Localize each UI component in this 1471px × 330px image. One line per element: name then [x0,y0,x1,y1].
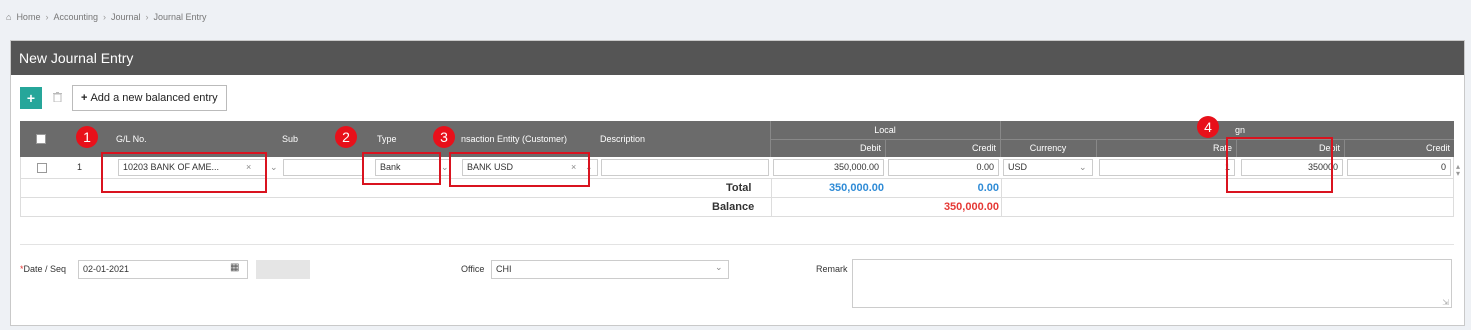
header-divider [1096,139,1097,157]
currency-value: USD [1008,162,1028,172]
gl-no-field[interactable]: 10203 BANK OF AME... [118,159,266,176]
select-all-checkbox[interactable] [36,134,46,144]
foreign-debit-field[interactable]: 350000 [1241,159,1343,176]
header-sub: Sub [282,134,299,144]
add-row-button[interactable]: + [20,87,42,109]
delete-row-button[interactable] [48,87,66,109]
table-row: 1 10203 BANK OF AME... × ⌄ Bank ⌄ BANK U… [20,157,1454,179]
remark-textarea[interactable]: ⇲ [852,259,1452,308]
callout-badge-1: 1 [76,126,98,148]
line-number: 1 [77,162,83,172]
resize-handle-icon[interactable]: ⇲ [1442,298,1449,307]
office-select[interactable]: CHI [491,260,729,279]
callout-badge-2: 2 [335,126,357,148]
total-row: Total 350,000.00 0.00 [20,179,1454,198]
remark-label: Remark [816,264,848,274]
transaction-entity-field[interactable]: BANK USD [462,159,598,176]
breadcrumb-separator: › [102,12,106,22]
callout-badge-3: 3 [433,126,455,148]
callout-badge-4: 4 [1197,116,1219,138]
remark-value [853,260,1451,266]
type-select[interactable]: Bank [375,159,451,176]
column-divider [771,198,772,217]
journal-entry-panel: New Journal Entry + + Add a new balanced … [10,40,1465,326]
header-local: Local [874,125,896,135]
total-label: Total [726,182,752,194]
description-field[interactable] [601,159,769,176]
date-seq-label-text: Date / Seq [23,264,67,274]
total-debit: 350,000.00 [828,182,884,194]
journal-lines-table: G/L No. Sub Type nsaction Entity (Custom… [20,121,1460,217]
home-icon[interactable]: ⌂ [6,12,11,22]
chevron-down-icon[interactable]: ⌄ [585,162,593,173]
breadcrumb-journal[interactable]: Journal [111,12,141,22]
header-transaction-entity: nsaction Entity (Customer) [461,134,568,144]
clear-icon[interactable]: × [246,162,251,172]
section-divider [20,244,1454,245]
date-seq-label: *Date / Seq [20,264,66,274]
gl-no-value: 10203 BANK OF AME... [123,162,220,172]
header-divider [1000,121,1001,157]
header-currency: Currency [1029,143,1067,153]
header-local-debit: Debit [859,143,881,153]
header-foreign-debit: Debit [1318,143,1340,153]
seq-field [256,260,310,279]
row-checkbox[interactable] [37,163,47,173]
row-spinner-icon[interactable]: ▴ ▾ [1456,163,1460,178]
type-value: Bank [380,162,401,172]
transaction-entity-value: BANK USD [467,162,514,172]
rate-field[interactable]: 1 [1099,159,1235,176]
header-divider [885,139,886,157]
trash-icon [52,91,62,102]
date-field[interactable]: 02-01-2021 [78,260,248,279]
breadcrumb-home[interactable]: Home [16,12,40,22]
column-divider [771,179,772,198]
header-divider [770,139,1454,140]
add-balanced-entry-button[interactable]: + Add a new balanced entry [72,85,227,111]
header-rate: Rate [1212,143,1232,153]
sub-field[interactable] [283,159,363,176]
header-foreign-credit: Credit [1425,143,1450,153]
header-foreign: gn [1234,125,1245,135]
breadcrumb: ⌂ Home › Accounting › Journal › Journal … [6,12,207,22]
table-header: G/L No. Sub Type nsaction Entity (Custom… [20,121,1454,157]
toolbar: + + Add a new balanced entry [20,85,227,111]
office-value: CHI [496,264,512,274]
calendar-icon[interactable]: ▦ [230,262,239,273]
total-credit: 0.00 [977,182,999,194]
header-description: Description [600,134,646,144]
breadcrumb-separator: › [145,12,149,22]
header-local-credit: Credit [971,143,996,153]
office-label: Office [461,264,485,274]
balance-label: Balance [712,201,755,213]
header-divider [1344,139,1345,157]
local-credit-field[interactable]: 0.00 [888,159,999,176]
header-divider [1236,139,1237,157]
breadcrumb-accounting[interactable]: Accounting [53,12,98,22]
add-balanced-entry-label: Add a new balanced entry [90,92,218,104]
panel-title: New Journal Entry [11,41,1464,75]
balance-row: Balance 350,000.00 [20,198,1454,217]
chevron-down-icon[interactable]: ⌄ [715,262,723,273]
header-divider [770,121,771,157]
date-value: 02-01-2021 [83,264,130,274]
chevron-down-icon[interactable]: ⌄ [441,162,449,173]
balance-credit: 350,000.00 [943,201,999,213]
chevron-down-icon[interactable]: ⌄ [270,162,278,173]
column-divider [1001,179,1002,198]
clear-icon[interactable]: × [571,162,576,172]
local-debit-field[interactable]: 350,000.00 [773,159,884,176]
plus-icon: + [81,92,88,104]
column-divider [1001,198,1002,217]
header-type: Type [377,134,397,144]
breadcrumb-journal-entry: Journal Entry [153,12,207,22]
foreign-credit-field[interactable]: 0 [1347,159,1451,176]
breadcrumb-separator: › [45,12,49,22]
header-gl-no: G/L No. [116,134,147,144]
chevron-down-icon[interactable]: ⌄ [1079,162,1087,173]
